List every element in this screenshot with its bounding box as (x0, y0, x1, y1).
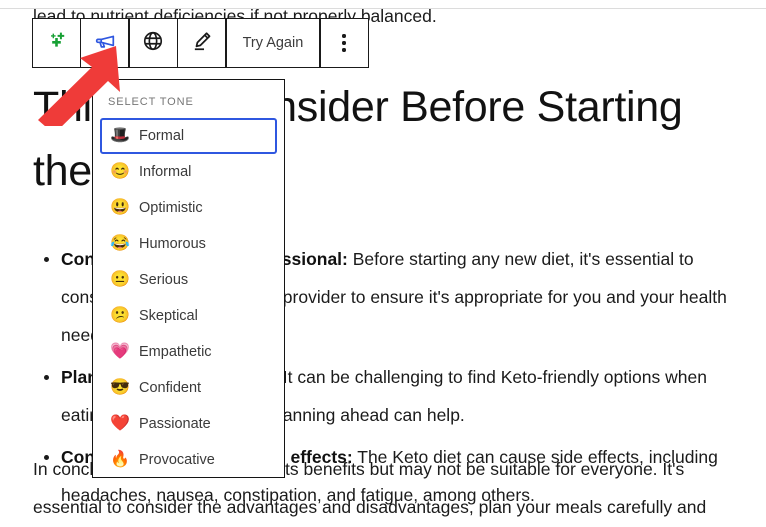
tone-option-passionate[interactable]: ❤️ Passionate (100, 406, 277, 442)
smiling-face-icon: 😊 (110, 163, 130, 180)
tone-option-provocative[interactable]: 🔥 Provocative (100, 442, 277, 477)
tone-option-label: Confident (139, 380, 202, 396)
sunglasses-face-icon: 😎 (110, 379, 130, 396)
tone-option-informal[interactable]: 😊 Informal (100, 154, 277, 190)
tone-option-serious[interactable]: 😐 Serious (100, 262, 277, 298)
kebab-menu-icon (342, 34, 346, 52)
tone-option-optimistic[interactable]: 😃 Optimistic (100, 190, 277, 226)
growing-heart-icon: 💗 (110, 343, 130, 360)
tone-button[interactable] (81, 19, 129, 67)
tone-option-label: Provocative (139, 452, 215, 468)
megaphone-icon (93, 29, 117, 58)
tone-option-label: Passionate (139, 416, 211, 432)
tone-option-formal[interactable]: 🎩 Formal (100, 118, 277, 154)
globe-icon (142, 30, 164, 57)
translate-button[interactable] (129, 19, 177, 67)
tone-option-label: Empathetic (139, 344, 212, 360)
tone-option-label: Optimistic (139, 200, 203, 216)
tone-option-confident[interactable]: 😎 Confident (100, 370, 277, 406)
top-hat-icon: 🎩 (110, 127, 130, 144)
tone-option-empathetic[interactable]: 💗 Empathetic (100, 334, 277, 370)
ai-sparkle-button[interactable] (33, 19, 80, 67)
fire-icon: 🔥 (110, 451, 130, 468)
tone-option-label: Skeptical (139, 308, 198, 324)
tears-of-joy-icon: 😂 (110, 235, 130, 252)
tone-option-humorous[interactable]: 😂 Humorous (100, 226, 277, 262)
confused-face-icon: 😕 (110, 307, 130, 324)
try-again-button[interactable]: Try Again (226, 19, 320, 67)
pencil-icon (191, 30, 213, 57)
ai-assistant-toolbar: Try Again (32, 18, 369, 68)
select-tone-heading: SELECT TONE (108, 96, 194, 108)
tone-option-label: Informal (139, 164, 192, 180)
tone-option-label: Formal (139, 128, 185, 144)
tone-option-list: 🎩 Formal 😊 Informal 😃 Optimistic 😂 Humor… (93, 118, 284, 477)
more-options-button[interactable] (320, 19, 368, 67)
tone-option-label: Serious (139, 272, 189, 288)
tone-option-skeptical[interactable]: 😕 Skeptical (100, 298, 277, 334)
select-tone-dropdown: SELECT TONE 🎩 Formal 😊 Informal 😃 Optimi… (92, 79, 285, 478)
sparkle-icon (46, 30, 68, 57)
neutral-face-icon: 😐 (110, 271, 130, 288)
red-heart-icon: ❤️ (110, 415, 130, 432)
rewrite-button[interactable] (178, 19, 226, 67)
grinning-face-icon: 😃 (110, 199, 130, 216)
tone-option-label: Humorous (139, 236, 206, 252)
